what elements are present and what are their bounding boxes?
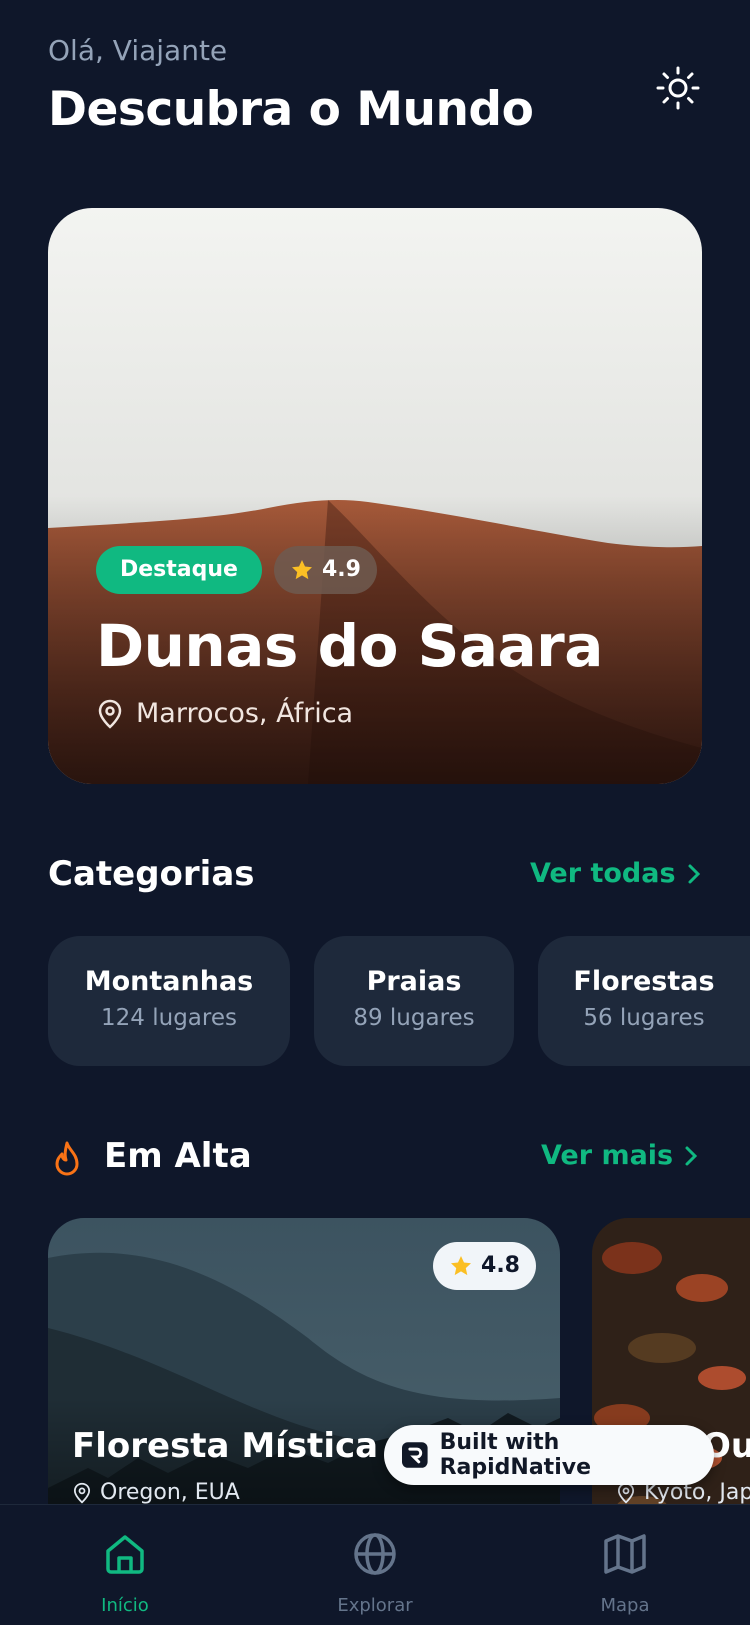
see-all-label: Ver todas bbox=[530, 858, 676, 889]
star-icon bbox=[292, 560, 312, 580]
rapidnative-logo-icon bbox=[402, 1442, 428, 1468]
trending-rating-badge: 4.8 bbox=[433, 1242, 536, 1290]
greeting-text: Olá, Viajante bbox=[48, 34, 228, 67]
categories-title: Categorias bbox=[48, 854, 255, 894]
location-pin-icon bbox=[98, 699, 122, 729]
built-with-badge[interactable]: Built with RapidNative bbox=[384, 1425, 714, 1485]
theme-toggle-button[interactable] bbox=[654, 64, 702, 112]
category-card-forests[interactable]: Florestas 56 lugares bbox=[538, 936, 750, 1066]
star-icon bbox=[451, 1256, 472, 1276]
trending-card-location: Oregon, EUA bbox=[72, 1480, 240, 1505]
tab-map[interactable]: Mapa bbox=[500, 1505, 750, 1625]
tab-explore[interactable]: Explorar bbox=[250, 1505, 500, 1625]
featured-location-text: Marrocos, África bbox=[136, 698, 354, 729]
built-with-label: Built with RapidNative bbox=[439, 1430, 591, 1480]
trending-location-text: Oregon, EUA bbox=[100, 1480, 240, 1505]
featured-rating-value: 4.9 bbox=[322, 557, 361, 582]
featured-card[interactable]: Destaque 4.9 Dunas do Saara Marrocos, Áf… bbox=[48, 208, 702, 784]
tab-label: Mapa bbox=[600, 1595, 650, 1616]
globe-icon bbox=[354, 1533, 396, 1575]
see-all-categories-link[interactable]: Ver todas bbox=[530, 858, 702, 889]
see-more-label: Ver mais bbox=[541, 1140, 674, 1171]
category-count: 56 lugares bbox=[583, 1005, 705, 1031]
category-name: Florestas bbox=[573, 966, 715, 997]
category-card-mountains[interactable]: Montanhas 124 lugares bbox=[48, 936, 290, 1066]
sun-icon bbox=[656, 66, 700, 110]
see-more-trending-link[interactable]: Ver mais bbox=[541, 1140, 699, 1171]
location-pin-icon bbox=[73, 1482, 91, 1503]
trending-card-title: Floresta Mística bbox=[72, 1426, 379, 1466]
featured-location: Marrocos, África bbox=[96, 698, 353, 729]
home-icon bbox=[106, 1535, 144, 1574]
featured-title: Dunas do Saara bbox=[96, 612, 603, 680]
bottom-tab-bar: Início Explorar Mapa bbox=[0, 1504, 750, 1625]
category-card-beaches[interactable]: Praias 89 lugares bbox=[314, 936, 514, 1066]
tab-label: Início bbox=[101, 1595, 149, 1616]
featured-badge: Destaque bbox=[96, 546, 262, 594]
flame-icon bbox=[55, 1141, 79, 1176]
tab-label: Explorar bbox=[337, 1595, 413, 1616]
page-title: Descubra o Mundo bbox=[48, 82, 534, 137]
chevron-right-icon bbox=[685, 1146, 698, 1165]
featured-rating-badge: 4.9 bbox=[274, 546, 377, 594]
chevron-right-icon bbox=[688, 864, 700, 883]
category-name: Praias bbox=[366, 966, 462, 997]
trending-rating-value: 4.8 bbox=[481, 1253, 520, 1278]
category-count: 89 lugares bbox=[353, 1005, 475, 1031]
trending-title: Em Alta bbox=[104, 1136, 252, 1176]
tab-home[interactable]: Início bbox=[0, 1505, 250, 1625]
map-icon bbox=[604, 1534, 646, 1574]
category-count: 124 lugares bbox=[101, 1005, 237, 1031]
category-name: Montanhas bbox=[84, 966, 254, 997]
